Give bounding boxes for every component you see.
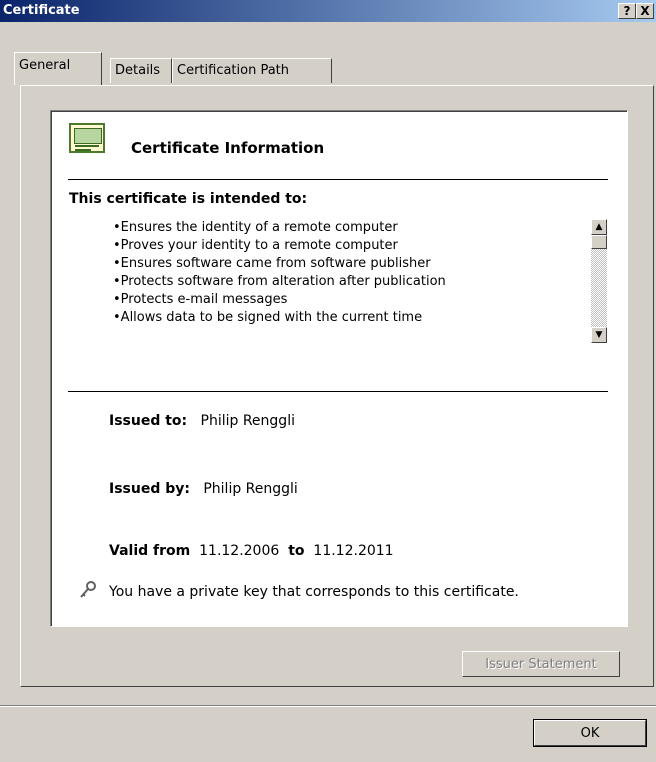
list-item: Allows data to be signed with the curren…: [113, 309, 553, 327]
private-key-note: You have a private key that corresponds …: [109, 584, 519, 600]
purposes-scrollbar[interactable]: ▲ ▼: [591, 219, 607, 343]
issued-by-label: Issued by:: [109, 481, 190, 497]
tab-certification-path-label: Certification Path: [177, 63, 290, 78]
valid-to-label: to: [288, 543, 305, 559]
issued-by-value: Philip Renggli: [203, 481, 298, 497]
issued-to-row: Issued to: Philip Renggli: [109, 413, 295, 429]
tab-details[interactable]: Details: [110, 58, 172, 83]
issuer-statement-button[interactable]: Issuer Statement: [462, 651, 620, 677]
valid-from-value: 11.12.2006: [199, 543, 280, 559]
certificate-dialog: Certificate ? X General Details Certific…: [0, 0, 656, 762]
certificate-info-box: Certificate Information This certificate…: [50, 110, 628, 627]
scroll-thumb[interactable]: [591, 235, 607, 249]
scroll-down-button[interactable]: ▼: [591, 327, 607, 343]
certificate-icon: [69, 123, 105, 153]
list-item: Protects software from alteration after …: [113, 273, 553, 291]
window-title: Certificate: [3, 3, 80, 18]
list-item: Ensures software came from software publ…: [113, 255, 553, 273]
divider: [68, 391, 608, 392]
title-bar[interactable]: Certificate ? X: [0, 0, 656, 22]
valid-to-value: 11.12.2011: [313, 543, 394, 559]
validity-row: Valid from 11.12.2006 to 11.12.2011: [109, 543, 394, 559]
tab-details-label: Details: [115, 63, 161, 78]
list-item: Protects e-mail messages: [113, 291, 553, 309]
help-button[interactable]: ?: [618, 3, 636, 19]
tab-certification-path[interactable]: Certification Path: [172, 58, 332, 83]
tab-general[interactable]: General: [14, 52, 102, 85]
list-item: Proves your identity to a remote compute…: [113, 237, 553, 255]
issued-to-value: Philip Renggli: [200, 413, 295, 429]
intended-heading: This certificate is intended to:: [69, 191, 308, 207]
purposes-list: Ensures the identity of a remote compute…: [113, 219, 553, 327]
issued-to-label: Issued to:: [109, 413, 188, 429]
divider: [68, 179, 608, 180]
tab-general-label: General: [19, 58, 71, 73]
certificate-info-heading: Certificate Information: [131, 139, 325, 157]
ok-button[interactable]: OK: [533, 719, 647, 747]
issued-by-row: Issued by: Philip Renggli: [109, 481, 298, 497]
valid-from-label: Valid from: [109, 543, 191, 559]
list-item: Ensures the identity of a remote compute…: [113, 219, 553, 237]
close-button[interactable]: X: [636, 3, 654, 19]
scroll-up-button[interactable]: ▲: [591, 219, 607, 235]
key-icon: [79, 581, 97, 604]
footer-separator: [0, 705, 656, 707]
